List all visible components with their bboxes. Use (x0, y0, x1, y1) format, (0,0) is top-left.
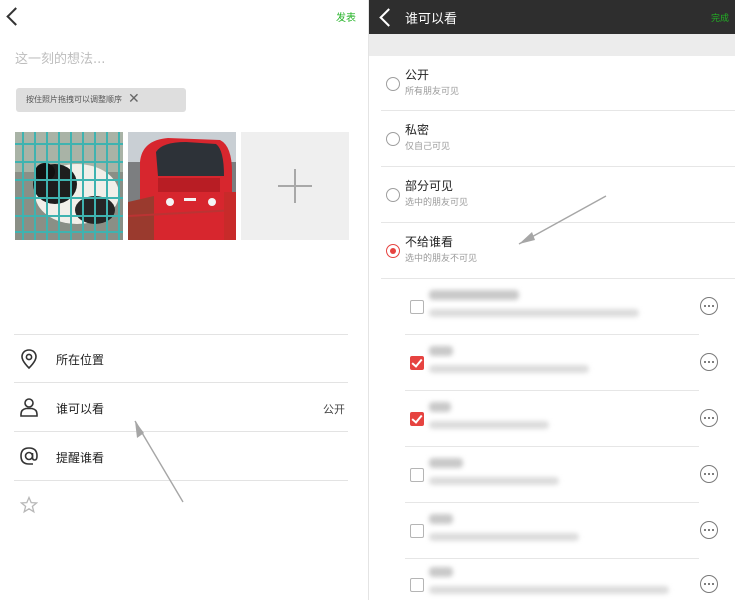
location-pin-icon (21, 349, 37, 370)
who-can-see-screen: 谁可以看 完成 公开 所有朋友可见 私密 仅自己可见 部分可见 选中的朋友可见 … (369, 0, 735, 600)
section-gap (369, 34, 735, 56)
more-icon[interactable] (700, 521, 718, 539)
add-photo-button[interactable] (241, 132, 349, 240)
blurred-group-name (429, 402, 451, 412)
back-chevron-icon[interactable] (379, 8, 398, 27)
checkbox[interactable] (410, 524, 424, 538)
star-icon[interactable] (20, 496, 38, 514)
checkbox-checked[interactable] (410, 356, 424, 370)
photo-thumbnail-cat[interactable] (15, 132, 123, 240)
more-icon[interactable] (700, 575, 718, 593)
group-row[interactable] (369, 559, 735, 600)
more-icon[interactable] (700, 465, 718, 483)
radio-button[interactable] (386, 77, 400, 91)
nav-bar: 谁可以看 完成 (369, 0, 735, 34)
blurred-group-members (429, 586, 669, 594)
option-subtitle: 仅自己可见 (405, 142, 451, 152)
person-icon (20, 398, 38, 417)
option-subtitle: 选中的朋友不可见 (405, 254, 478, 264)
option-partial[interactable]: 部分可见 选中的朋友可见 (369, 167, 735, 222)
remind-row[interactable]: 提醒谁看 (14, 432, 348, 480)
back-chevron-icon[interactable] (6, 7, 25, 26)
option-subtitle: 所有朋友可见 (405, 87, 460, 97)
train-photo-image (128, 132, 236, 240)
visibility-value: 公开 (323, 403, 345, 416)
option-public[interactable]: 公开 所有朋友可见 (369, 56, 735, 110)
plus-icon-stroke (294, 169, 296, 203)
divider (14, 334, 348, 335)
group-row[interactable] (369, 279, 735, 334)
checkbox[interactable] (410, 300, 424, 314)
option-exclude[interactable]: 不给谁看 选中的朋友不可见 (369, 223, 735, 278)
blurred-group-name (429, 567, 453, 577)
remind-label: 提醒谁看 (56, 451, 105, 465)
blurred-group-name (429, 290, 519, 300)
radio-button-selected[interactable] (386, 244, 400, 258)
blurred-group-name (429, 514, 453, 524)
group-row[interactable] (369, 335, 735, 390)
location-label: 所在位置 (56, 353, 105, 367)
blurred-group-members (429, 365, 589, 373)
option-title: 公开 (405, 68, 430, 82)
checkbox[interactable] (410, 468, 424, 482)
close-icon[interactable]: ✕ (128, 91, 140, 107)
blurred-group-name (429, 458, 463, 468)
cat-photo-image (15, 132, 123, 240)
option-title: 私密 (405, 123, 430, 137)
publish-button[interactable]: 发表 (336, 9, 356, 24)
more-icon[interactable] (700, 297, 718, 315)
radio-button[interactable] (386, 188, 400, 202)
reorder-tip: 按住照片拖拽可以调整顺序 ✕ (16, 88, 186, 112)
who-can-see-label: 谁可以看 (56, 402, 105, 416)
option-title: 不给谁看 (405, 235, 454, 249)
more-icon[interactable] (700, 409, 718, 427)
at-sign-icon (20, 447, 38, 465)
blurred-group-members (429, 533, 579, 541)
done-button[interactable]: 完成 (711, 11, 729, 24)
more-icon[interactable] (700, 353, 718, 371)
page-title: 谁可以看 (405, 12, 458, 27)
group-row[interactable] (369, 391, 735, 446)
blurred-group-members (429, 309, 639, 317)
option-private[interactable]: 私密 仅自己可见 (369, 111, 735, 166)
photo-thumbnail-train[interactable] (128, 132, 236, 240)
blurred-group-name (429, 346, 453, 356)
blurred-group-members (429, 421, 549, 429)
radio-button[interactable] (386, 132, 400, 146)
checkbox[interactable] (410, 578, 424, 592)
who-can-see-row[interactable]: 谁可以看 (14, 383, 348, 431)
group-row[interactable] (369, 447, 735, 502)
reorder-tip-text: 按住照片拖拽可以调整顺序 (26, 95, 122, 104)
option-title: 部分可见 (405, 179, 454, 193)
group-row[interactable] (369, 503, 735, 558)
checkbox-checked[interactable] (410, 412, 424, 426)
option-subtitle: 选中的朋友可见 (405, 198, 469, 208)
thought-input[interactable]: 这一刻的想法... (15, 48, 105, 67)
compose-moment-screen: 发表 这一刻的想法... 按住照片拖拽可以调整顺序 ✕ 所在位置 谁可以看 公开… (0, 0, 368, 600)
divider (14, 480, 348, 481)
location-row[interactable]: 所在位置 (14, 336, 348, 382)
blurred-group-members (429, 477, 559, 485)
